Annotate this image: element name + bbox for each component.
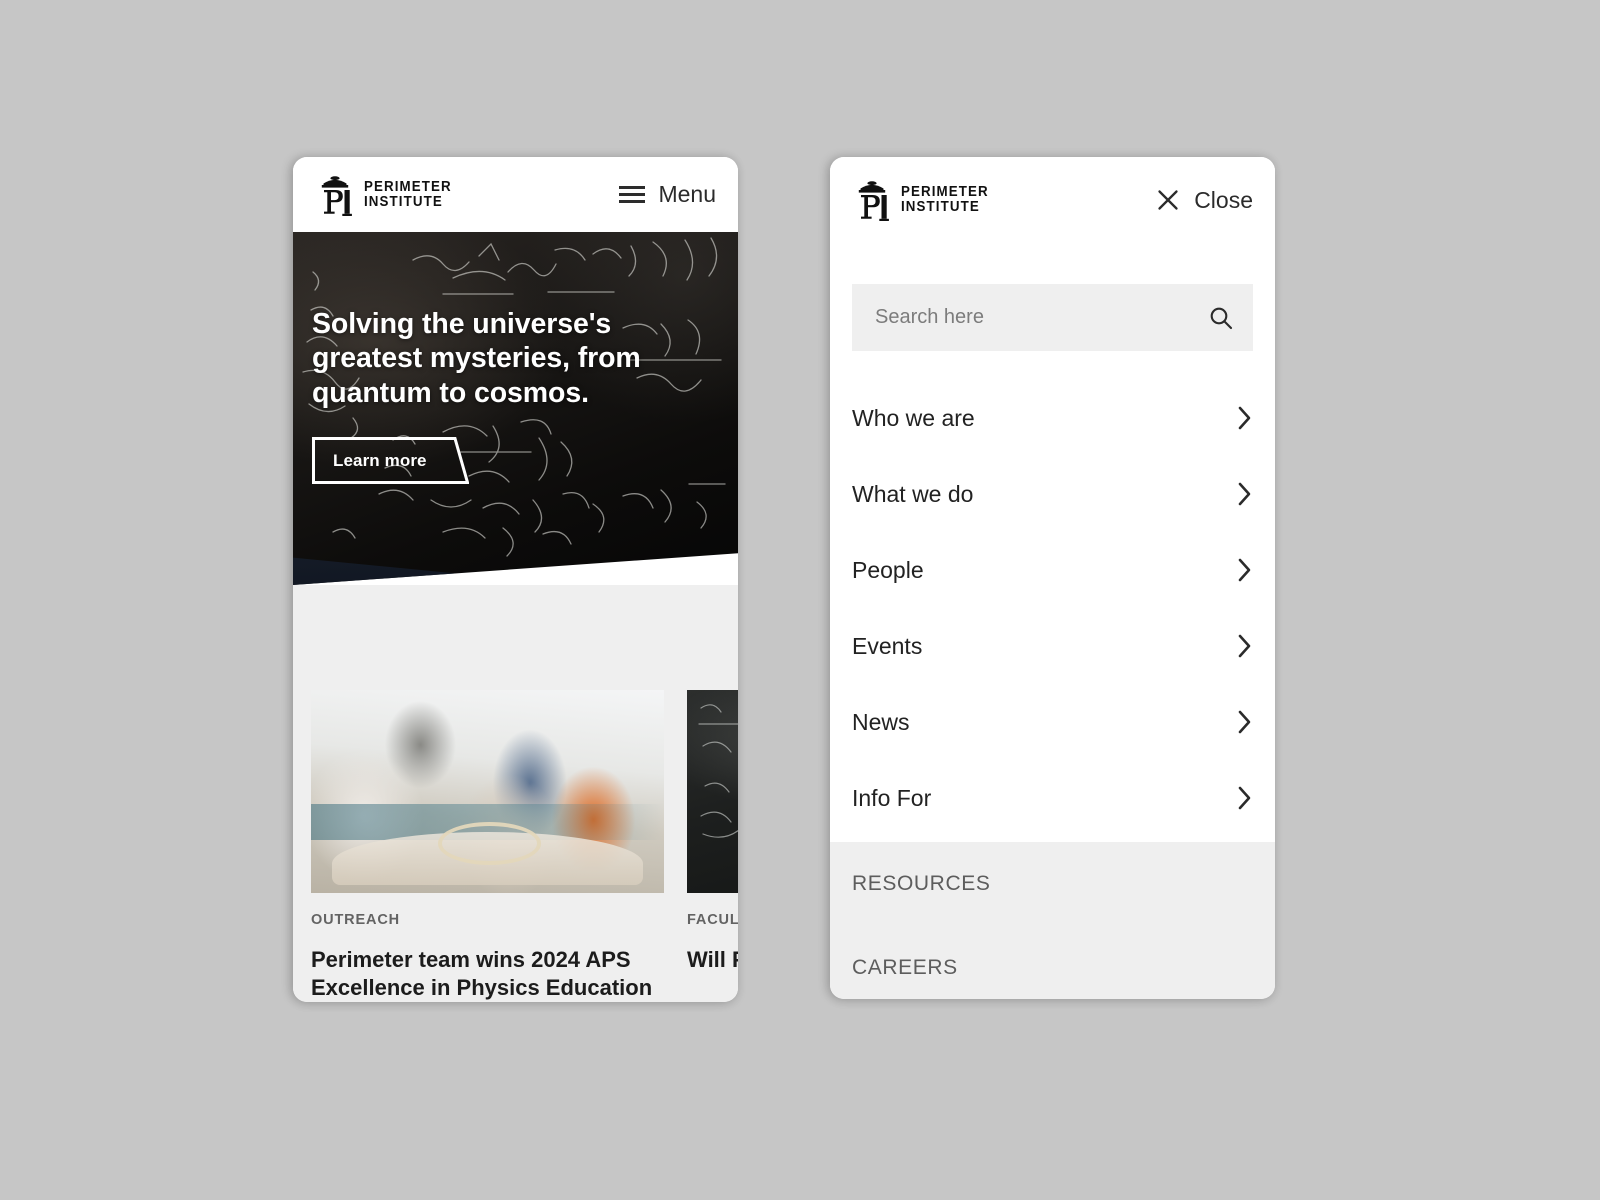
close-menu-button[interactable]: Close xyxy=(1156,187,1253,214)
home-content-area: OUTREACH Perimeter team wins 2024 APS Ex… xyxy=(293,585,738,1002)
chevron-right-icon xyxy=(1238,710,1251,734)
menu-item-label: People xyxy=(852,556,924,583)
site-logo[interactable]: PERIMETER INSTITUTE xyxy=(315,174,459,216)
menu-item-label: News xyxy=(852,708,910,735)
menu-panel-header: PERIMETER INSTITUTE Close xyxy=(830,157,1275,243)
hero-foreground-desk xyxy=(293,557,738,585)
logo-line-2: INSTITUTE xyxy=(901,199,980,215)
close-icon xyxy=(1158,190,1178,210)
pi-monogram-icon xyxy=(321,175,352,216)
footer-link-resources[interactable]: RESOURCES xyxy=(852,842,1253,926)
menu-button-label: Menu xyxy=(658,181,716,207)
search-icon[interactable] xyxy=(1208,305,1234,331)
menu-item-events[interactable]: Events xyxy=(852,608,1253,684)
menu-item-what-we-do[interactable]: What we do xyxy=(852,456,1253,532)
search-bar[interactable] xyxy=(852,284,1253,351)
news-card-image xyxy=(311,690,664,893)
chevron-right-icon xyxy=(1238,634,1251,658)
news-card[interactable]: FACULTY Will Percival named world xyxy=(687,690,738,1002)
chevron-right-icon xyxy=(1238,482,1251,506)
chevron-right-icon xyxy=(1238,406,1251,430)
main-navigation-list: Who we are What we do People Events News… xyxy=(830,380,1275,836)
pi-monogram-icon xyxy=(858,181,889,221)
news-card-title: Will Percival named world xyxy=(687,947,738,972)
menu-item-info-for[interactable]: Info For xyxy=(852,760,1253,836)
learn-more-button[interactable]: Learn more xyxy=(312,437,469,485)
menu-item-label: What we do xyxy=(852,480,974,507)
mobile-menu-panel: PERIMETER INSTITUTE Close Who we are xyxy=(830,157,1275,999)
logo-line-2: INSTITUTE xyxy=(364,193,443,210)
menu-item-label: Who we are xyxy=(852,404,975,431)
screenshot-stage: PERIMETER INSTITUTE Menu Solving the uni… xyxy=(0,0,1600,1200)
classroom-outreach-photo xyxy=(311,690,664,893)
hero-title: Solving the universe's greatest mysterie… xyxy=(312,308,641,409)
close-menu-label: Close xyxy=(1194,186,1253,213)
hamburger-icon xyxy=(619,186,646,203)
search-input[interactable] xyxy=(873,305,1208,330)
logo-wordmark: PERIMETER INSTITUTE xyxy=(364,178,459,210)
logo-line-1: PERIMETER xyxy=(901,184,989,201)
home-page-panel: PERIMETER INSTITUTE Menu Solving the uni… xyxy=(293,157,738,1002)
footer-link-careers[interactable]: CAREERS xyxy=(852,926,1253,999)
menu-item-label: Events xyxy=(852,632,923,659)
menu-item-who-we-are[interactable]: Who we are xyxy=(852,380,1253,456)
logo-wordmark: PERIMETER INSTITUTE xyxy=(901,185,996,215)
site-header: PERIMETER INSTITUTE Menu xyxy=(293,157,738,232)
blackboard-photo xyxy=(687,690,738,893)
chevron-right-icon xyxy=(1238,558,1251,582)
chalk-decoration xyxy=(698,704,738,838)
news-card-category: OUTREACH xyxy=(311,912,400,928)
menu-footer-links: RESOURCES CAREERS xyxy=(830,842,1275,999)
hero-content: Solving the universe's greatest mysterie… xyxy=(312,307,682,489)
news-card-category: FACULTY xyxy=(687,912,738,928)
site-logo[interactable]: PERIMETER INSTITUTE xyxy=(852,179,996,221)
hero-banner: Solving the universe's greatest mysterie… xyxy=(293,232,738,585)
news-card-title: Perimeter team wins 2024 APS Excellence … xyxy=(311,947,653,1001)
menu-item-news[interactable]: News xyxy=(852,684,1253,760)
menu-button[interactable]: Menu xyxy=(619,181,716,208)
menu-item-label: Info For xyxy=(852,784,932,811)
news-card-image xyxy=(687,690,738,893)
learn-more-label: Learn more xyxy=(333,450,427,470)
menu-item-people[interactable]: People xyxy=(852,532,1253,608)
news-card-carousel[interactable]: OUTREACH Perimeter team wins 2024 APS Ex… xyxy=(311,690,738,1002)
news-card[interactable]: OUTREACH Perimeter team wins 2024 APS Ex… xyxy=(311,690,664,1002)
logo-line-1: PERIMETER xyxy=(364,178,452,195)
chevron-right-icon xyxy=(1238,786,1251,810)
